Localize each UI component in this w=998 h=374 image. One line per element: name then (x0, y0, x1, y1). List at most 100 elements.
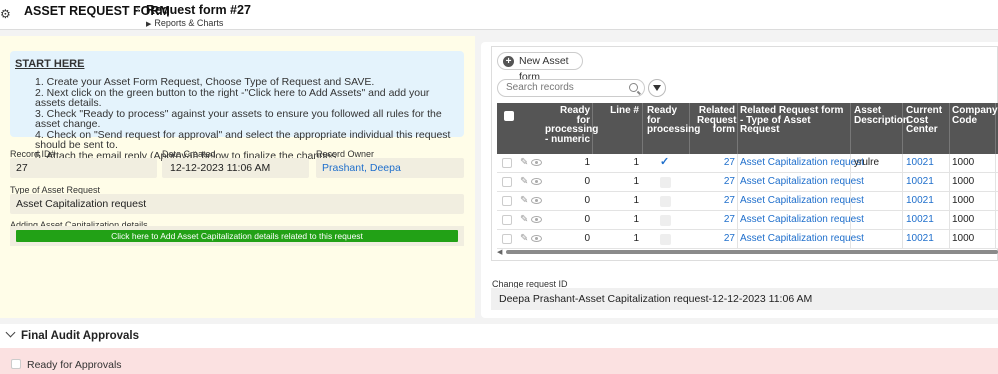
ready-checkbox (660, 234, 671, 245)
cell-company-code: 1000 (952, 157, 975, 168)
triangle-right-icon: ▶ (146, 21, 152, 28)
check-icon: ✓ (660, 156, 670, 168)
table-row[interactable]: ✎ 0 1 27 Asset Capitalization request 10… (497, 173, 998, 192)
reports-charts-label: Reports & Charts (154, 18, 224, 28)
column-divider (642, 103, 643, 154)
cell-ready-numeric: 0 (584, 233, 590, 244)
pencil-icon[interactable]: ✎ (520, 233, 528, 244)
column-divider (850, 103, 851, 154)
cell-ready-numeric: 0 (584, 214, 590, 225)
col-ready[interactable]: Ready for processing (647, 106, 700, 135)
column-divider (737, 173, 738, 191)
cell-related-type[interactable]: Asset Capitalization request (740, 176, 864, 187)
eye-icon[interactable] (531, 216, 542, 223)
row-checkbox[interactable] (502, 234, 512, 244)
column-divider (902, 230, 903, 248)
cell-cost-center[interactable]: 10021 (906, 176, 934, 187)
column-divider (850, 192, 851, 210)
cell-related[interactable]: 27 (697, 195, 735, 206)
cell-related-type[interactable]: Asset Capitalization request (740, 157, 864, 168)
pencil-icon[interactable]: ✎ (520, 195, 528, 206)
chevron-down-icon[interactable] (5, 327, 16, 338)
cell-cost-center[interactable]: 10021 (906, 214, 934, 225)
cell-cost-center[interactable]: 10021 (906, 233, 934, 244)
cell-related[interactable]: 27 (697, 214, 735, 225)
col-line[interactable]: Line # (597, 106, 639, 116)
col-ready-numeric[interactable]: Ready for processing - numeric (545, 106, 598, 145)
chevron-right-icon: › (136, 4, 140, 16)
select-all-checkbox[interactable] (504, 111, 514, 121)
final-audit-section-header[interactable]: Final Audit Approvals (0, 324, 998, 348)
cell-company-code: 1000 (952, 176, 975, 187)
scrollbar-thumb[interactable] (506, 250, 998, 254)
cell-cost-center[interactable]: 10021 (906, 195, 934, 206)
cell-ready-numeric: 0 (584, 176, 590, 187)
column-divider (949, 192, 950, 210)
column-divider (949, 173, 950, 191)
change-request-field: Deepa Prashant-Asset Capitalization requ… (491, 288, 998, 310)
eye-icon[interactable] (531, 235, 542, 242)
column-divider (902, 192, 903, 210)
asset-grid-panel: + New Asset form Search records Ready fo… (481, 42, 998, 318)
ready-for-approvals-checkbox[interactable] (11, 359, 21, 369)
eye-icon[interactable] (531, 178, 542, 185)
reports-charts-link[interactable]: ▶ Reports & Charts (146, 18, 223, 28)
cell-ready-numeric: 0 (584, 195, 590, 206)
cell-line: 1 (633, 176, 639, 187)
date-created-field: 12-12-2023 11:06 AM (162, 158, 309, 178)
column-divider (995, 230, 996, 248)
row-checkbox[interactable] (502, 158, 512, 168)
eye-icon[interactable] (531, 159, 542, 166)
cell-line: 1 (633, 233, 639, 244)
cell-related[interactable]: 27 (697, 157, 735, 168)
row-checkbox[interactable] (502, 177, 512, 187)
col-related-type[interactable]: Related Request form - Type of Asset Req… (740, 106, 848, 135)
cell-cost-center[interactable]: 10021 (906, 157, 934, 168)
pencil-icon[interactable]: ✎ (520, 214, 528, 225)
form-details-panel: START HERE 1. Create your Asset Form Req… (0, 36, 475, 318)
start-here-title: START HERE (15, 58, 85, 70)
col-cost-center[interactable]: Current Cost Center (906, 106, 948, 135)
row-checkbox[interactable] (502, 196, 512, 206)
add-asset-details-button[interactable]: Click here to Add Asset Capitalization d… (16, 230, 458, 242)
eye-icon[interactable] (531, 197, 542, 204)
column-divider (995, 173, 996, 191)
table-row[interactable]: ✎ 0 1 27 Asset Capitalization request 10… (497, 230, 998, 249)
start-here-box: START HERE 1. Create your Asset Form Req… (10, 51, 464, 161)
table-row[interactable]: ✎ 0 1 27 Asset Capitalization request 10… (497, 192, 998, 211)
col-related[interactable]: Related Request form (697, 106, 736, 135)
ready-checkbox (660, 215, 671, 226)
cell-related-type[interactable]: Asset Capitalization request (740, 214, 864, 225)
cell-related-type[interactable]: Asset Capitalization request (740, 233, 864, 244)
cell-related[interactable]: 27 (697, 233, 735, 244)
scroll-left-icon[interactable]: ◀ (497, 248, 502, 256)
column-divider (949, 230, 950, 248)
cell-line: 1 (633, 157, 639, 168)
column-divider (949, 211, 950, 229)
cell-related-type[interactable]: Asset Capitalization request (740, 195, 864, 206)
ready-checkbox (660, 177, 671, 188)
table-row[interactable]: ✎ 0 1 27 Asset Capitalization request 10… (497, 211, 998, 230)
column-divider (902, 211, 903, 229)
column-divider (995, 211, 996, 229)
new-asset-form-button[interactable]: + New Asset form (497, 52, 583, 83)
cell-asset-description: yrulre (854, 157, 880, 168)
col-asset-description[interactable]: Asset Description (854, 106, 909, 126)
column-divider (737, 211, 738, 229)
search-input[interactable]: Search records (497, 79, 645, 97)
top-bar: ⚙ ASSET REQUEST FORM › Request form #27 … (0, 0, 998, 30)
column-divider (850, 154, 851, 172)
record-id-field: 27 (10, 158, 157, 178)
row-checkbox[interactable] (502, 215, 512, 225)
gear-icon[interactable]: ⚙ (0, 8, 11, 20)
column-divider (949, 154, 950, 172)
record-owner-link[interactable]: Prashant, Deepa (316, 158, 464, 178)
pencil-icon[interactable]: ✎ (520, 176, 528, 187)
filter-icon[interactable] (648, 79, 666, 97)
column-divider (949, 103, 950, 154)
cell-related[interactable]: 27 (697, 176, 735, 187)
pencil-icon[interactable]: ✎ (520, 157, 528, 168)
col-company-code[interactable]: Company Code (952, 106, 998, 126)
horizontal-scrollbar[interactable]: ◀ (497, 248, 998, 256)
table-row[interactable]: ✎ 1 1 ✓ 27 Asset Capitalization request … (497, 154, 998, 173)
